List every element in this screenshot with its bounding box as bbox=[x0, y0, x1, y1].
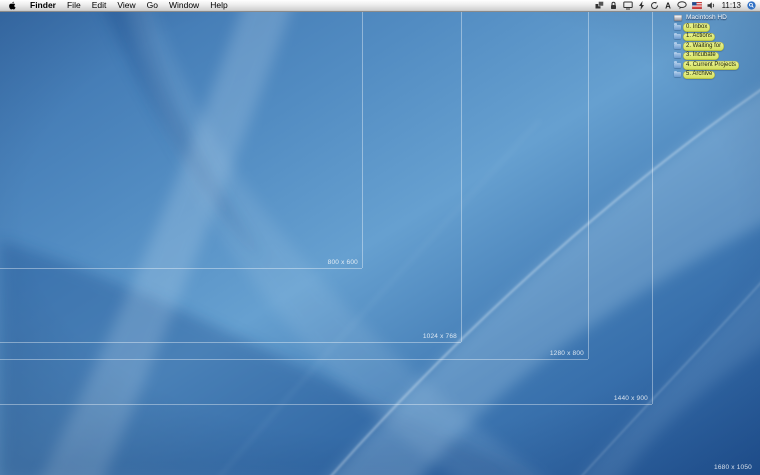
guide-hline-1280-x-800 bbox=[0, 359, 588, 360]
guide-vline-1280-x-800 bbox=[588, 11, 589, 359]
desktop-item-label: 5. Archive bbox=[683, 71, 715, 80]
folder-icon bbox=[674, 72, 681, 77]
desktop-item-label: 3. Incubate bbox=[683, 52, 719, 61]
chat-bubble-icon[interactable] bbox=[677, 0, 687, 11]
folder-icon bbox=[674, 63, 681, 68]
app-menus: Finder File Edit View Go Window Help bbox=[30, 0, 228, 11]
guide-vline-800-x-600 bbox=[362, 11, 363, 268]
desktop-item-label: 1. Actions bbox=[683, 33, 715, 42]
menu-file[interactable]: File bbox=[67, 0, 81, 11]
lock-icon[interactable] bbox=[609, 0, 618, 11]
guide-vline-1024-x-768 bbox=[461, 11, 462, 342]
guide-hline-1024-x-768 bbox=[0, 342, 461, 343]
guide-label-1440-x-900: 1440 x 900 bbox=[614, 395, 648, 402]
desktop-item-1-actions[interactable]: 1. Actions bbox=[674, 32, 739, 42]
status-icons: A bbox=[595, 0, 716, 11]
input-a-icon[interactable]: A bbox=[664, 0, 672, 11]
desktop-icon-list: Macintosh HD0. Inbox1. Actions2. Waiting… bbox=[674, 13, 739, 80]
hard-disk-icon bbox=[674, 15, 682, 21]
guide-hline-1440-x-900 bbox=[0, 404, 652, 405]
desktop-item-label: 2. Waiting for bbox=[683, 42, 724, 51]
menu-view[interactable]: View bbox=[117, 0, 135, 11]
desktop-item-2-waiting-for[interactable]: 2. Waiting for bbox=[674, 42, 739, 52]
desktop-item-3-incubate[interactable]: 3. Incubate bbox=[674, 51, 739, 61]
us-flag-icon[interactable] bbox=[692, 0, 702, 11]
menu-go[interactable]: Go bbox=[147, 0, 158, 11]
display-icon[interactable] bbox=[623, 0, 633, 11]
desktop: { "menu_bar": { "active_app": "Finder", … bbox=[0, 0, 760, 475]
desktop-item-label: Macintosh HD bbox=[684, 14, 729, 22]
desktop-item-5-archive[interactable]: 5. Archive bbox=[674, 70, 739, 80]
desktop-item-label: 0. Inbox bbox=[683, 23, 710, 32]
menu-bar-clock[interactable]: 11:13 bbox=[722, 0, 741, 11]
folder-icon bbox=[674, 53, 681, 58]
sync-icon[interactable] bbox=[650, 0, 659, 11]
menu-help[interactable]: Help bbox=[210, 0, 227, 11]
guide-vline-1440-x-900 bbox=[652, 11, 653, 404]
apple-menu[interactable] bbox=[8, 1, 17, 10]
battery-bolt-icon[interactable] bbox=[638, 0, 645, 11]
desktop-item-4-current-projects[interactable]: 4. Current Projects bbox=[674, 61, 739, 71]
menu-bar: Finder File Edit View Go Window Help A 11:13 bbox=[0, 0, 760, 12]
guide-label-1280-x-800: 1280 x 800 bbox=[550, 350, 584, 357]
apple-icon bbox=[8, 1, 17, 10]
folder-icon bbox=[674, 44, 681, 49]
menu-bar-left: Finder File Edit View Go Window Help bbox=[0, 0, 228, 11]
spotlight-icon[interactable] bbox=[747, 0, 756, 11]
menu-edit[interactable]: Edit bbox=[92, 0, 107, 11]
folder-icon bbox=[674, 34, 681, 39]
guide-label-1024-x-768: 1024 x 768 bbox=[423, 333, 457, 340]
svg-text:A: A bbox=[665, 2, 671, 11]
guide-hline-800-x-600 bbox=[0, 268, 362, 269]
folder-icon bbox=[674, 25, 681, 30]
volume-icon[interactable] bbox=[707, 0, 716, 11]
desktop-item-label: 4. Current Projects bbox=[683, 61, 739, 70]
menu-window[interactable]: Window bbox=[169, 0, 199, 11]
desktop-item-macintosh-hd[interactable]: Macintosh HD bbox=[674, 13, 739, 23]
desktop-item-0-inbox[interactable]: 0. Inbox bbox=[674, 23, 739, 33]
menu-finder[interactable]: Finder bbox=[30, 0, 56, 11]
menu-bar-status-area: A 11:13 bbox=[595, 0, 756, 11]
panels-icon[interactable] bbox=[595, 0, 604, 11]
guide-label-1680-x-1050: 1680 x 1050 bbox=[714, 464, 752, 471]
guide-label-800-x-600: 800 x 600 bbox=[328, 259, 358, 266]
